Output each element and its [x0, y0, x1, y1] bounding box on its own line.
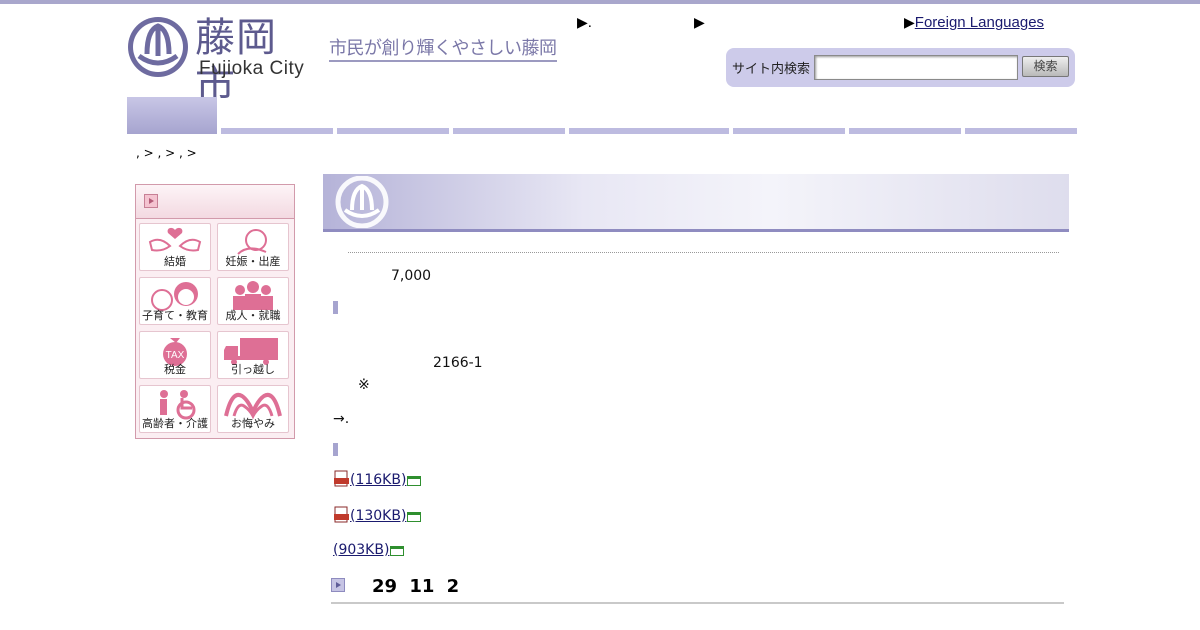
- search-button[interactable]: 検索: [1022, 56, 1069, 77]
- site-search: サイト内検索 検索: [726, 48, 1075, 87]
- triangle-right-icon: ▶: [694, 14, 705, 30]
- city-emblem-watermark-icon: [335, 176, 389, 228]
- life-event-label: 高齢者・介護: [142, 417, 208, 430]
- site-logo[interactable]: 藤岡市 Fujioka City: [127, 14, 317, 109]
- new-window-icon: [407, 476, 422, 486]
- new-window-icon: [390, 546, 405, 556]
- file-link-3[interactable]: (903KB): [333, 542, 405, 558]
- svg-text:TAX: TAX: [166, 350, 185, 361]
- pdf-icon: [334, 470, 349, 487]
- nav-tab-1[interactable]: [221, 128, 333, 134]
- life-event-label: 結婚: [164, 255, 186, 268]
- nav-tab-2[interactable]: [337, 128, 449, 134]
- life-event-label: 税金: [164, 363, 186, 376]
- triangle-right-icon: ▶: [577, 14, 588, 30]
- file-link-2[interactable]: (130KB): [333, 506, 422, 524]
- life-event-marriage[interactable]: 結婚: [139, 223, 211, 271]
- life-event-condolence[interactable]: お悔やみ: [217, 385, 289, 433]
- fujioka-emblem-icon: [128, 17, 188, 77]
- file-size-link[interactable]: (116KB): [350, 472, 406, 488]
- nav-tab-4[interactable]: [569, 128, 729, 134]
- life-event-childcare[interactable]: 子育て・教育: [139, 277, 211, 325]
- life-event-label: お悔やみ: [231, 417, 275, 430]
- nav-tab-6[interactable]: [849, 128, 961, 134]
- play-icon: [331, 578, 345, 592]
- section-marker: [333, 443, 338, 456]
- new-window-icon: [407, 512, 422, 522]
- life-event-label: 妊娠・出産: [225, 255, 281, 268]
- search-label: サイト内検索: [732, 62, 811, 77]
- dotted-divider: [348, 252, 1059, 253]
- life-event-tax[interactable]: TAX 税金: [139, 331, 211, 379]
- update-date-row: 29 11 2: [331, 576, 1064, 604]
- header-link-2[interactable]: ▶: [694, 14, 705, 31]
- top-accent-bar: [0, 0, 1200, 4]
- address-number: 2166-1: [433, 355, 483, 371]
- nav-tab-3[interactable]: [453, 128, 565, 134]
- file-size-link[interactable]: (130KB): [350, 508, 406, 524]
- life-event-adulthood[interactable]: 成人・就職: [217, 277, 289, 325]
- arrow-link[interactable]: →.: [333, 411, 349, 427]
- file-link-1[interactable]: (116KB): [333, 470, 422, 488]
- life-event-moving[interactable]: 引っ越し: [217, 331, 289, 379]
- section-marker: [333, 301, 338, 314]
- foreign-languages-anchor[interactable]: Foreign Languages: [915, 14, 1044, 31]
- nav-home-tab[interactable]: [127, 97, 217, 134]
- header-link-1[interactable]: ▶.: [577, 14, 592, 31]
- life-event-label: 子育て・教育: [142, 309, 208, 322]
- sidebar-header: [136, 185, 294, 219]
- logo-city-name-en: Fujioka City: [199, 58, 305, 79]
- file-size-link[interactable]: (903KB): [333, 542, 389, 558]
- city-slogan: 市民が創り輝くやさしい藤岡: [329, 38, 557, 62]
- nav-tab-7[interactable]: [965, 128, 1077, 134]
- life-event-pregnancy[interactable]: 妊娠・出産: [217, 223, 289, 271]
- life-events-sidebar: 結婚 妊娠・出産 子育て・教育 成人・就職 TAX 税金 引っ越し 高齢者・介護…: [135, 184, 295, 439]
- note-mark: ※: [358, 377, 370, 393]
- page-title-banner: [323, 174, 1069, 232]
- foreign-languages-link[interactable]: ▶Foreign Languages: [904, 14, 1044, 31]
- search-input[interactable]: [814, 55, 1018, 80]
- pdf-icon: [334, 506, 349, 523]
- breadcrumb[interactable]: , > , > , >: [136, 146, 197, 160]
- triangle-right-icon: ▶: [904, 14, 915, 30]
- update-date: 29 11 2: [372, 576, 460, 597]
- fee-amount: 7,000: [391, 268, 432, 284]
- play-icon: [144, 194, 158, 208]
- life-event-label: 成人・就職: [225, 309, 281, 322]
- life-event-elderly-care[interactable]: 高齢者・介護: [139, 385, 211, 433]
- life-event-label: 引っ越し: [231, 363, 275, 376]
- nav-tab-5[interactable]: [733, 128, 845, 134]
